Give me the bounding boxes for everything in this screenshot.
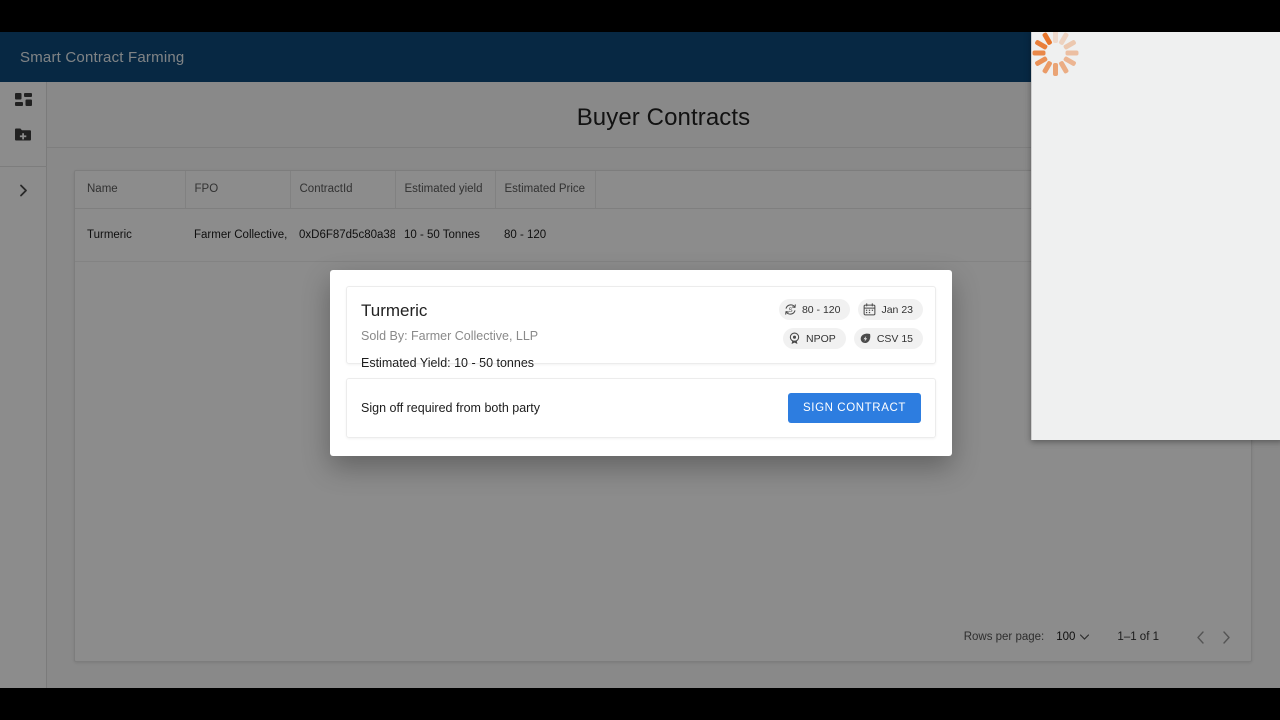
chip-price[interactable]: S 80 - 120 [778,299,851,320]
letterbox-bottom [0,688,1280,720]
spinner-blade [1052,32,1058,43]
leaf-eco-icon [860,333,871,344]
spinner-blade [1052,63,1058,76]
sign-contract-button[interactable]: SIGN CONTRACT [788,393,921,423]
letterbox-top [0,0,1280,32]
chip-csv-score[interactable]: CSV 15 [853,328,923,349]
signoff-card: Sign off required from both party SIGN C… [346,378,936,438]
contract-detail-modal: Turmeric Sold By: Farmer Collective, LLP… [330,270,952,456]
svg-text:S: S [788,307,792,314]
chip-certification-label: NPOP [806,332,836,345]
award-badge-icon [789,332,800,345]
spinner-blade [1032,50,1045,56]
loading-overlay-panel [1031,32,1280,440]
spinner-blade [1065,50,1078,56]
signoff-text: Sign off required from both party [361,401,541,415]
chip-date[interactable]: Jan 23 [858,299,923,320]
calendar-icon [864,303,876,316]
chip-price-label: 80 - 120 [801,303,841,316]
browser-viewport: Smart Contract Farming Buyer Contracts N… [0,32,1280,688]
estimated-yield-label: Estimated Yield: 10 - 50 tonnes [361,356,535,370]
chip-certification[interactable]: NPOP [783,328,846,349]
crop-detail-card: Turmeric Sold By: Farmer Collective, LLP… [346,286,936,370]
loading-spinner [1032,32,1181,258]
attribute-chips: S 80 - 120 Jan 23 NPOP CSV 15 [725,299,923,349]
chip-date-label: Jan 23 [881,303,913,316]
currency-exchange-icon: S [785,304,796,315]
chip-csv-score-label: CSV 15 [876,332,913,345]
